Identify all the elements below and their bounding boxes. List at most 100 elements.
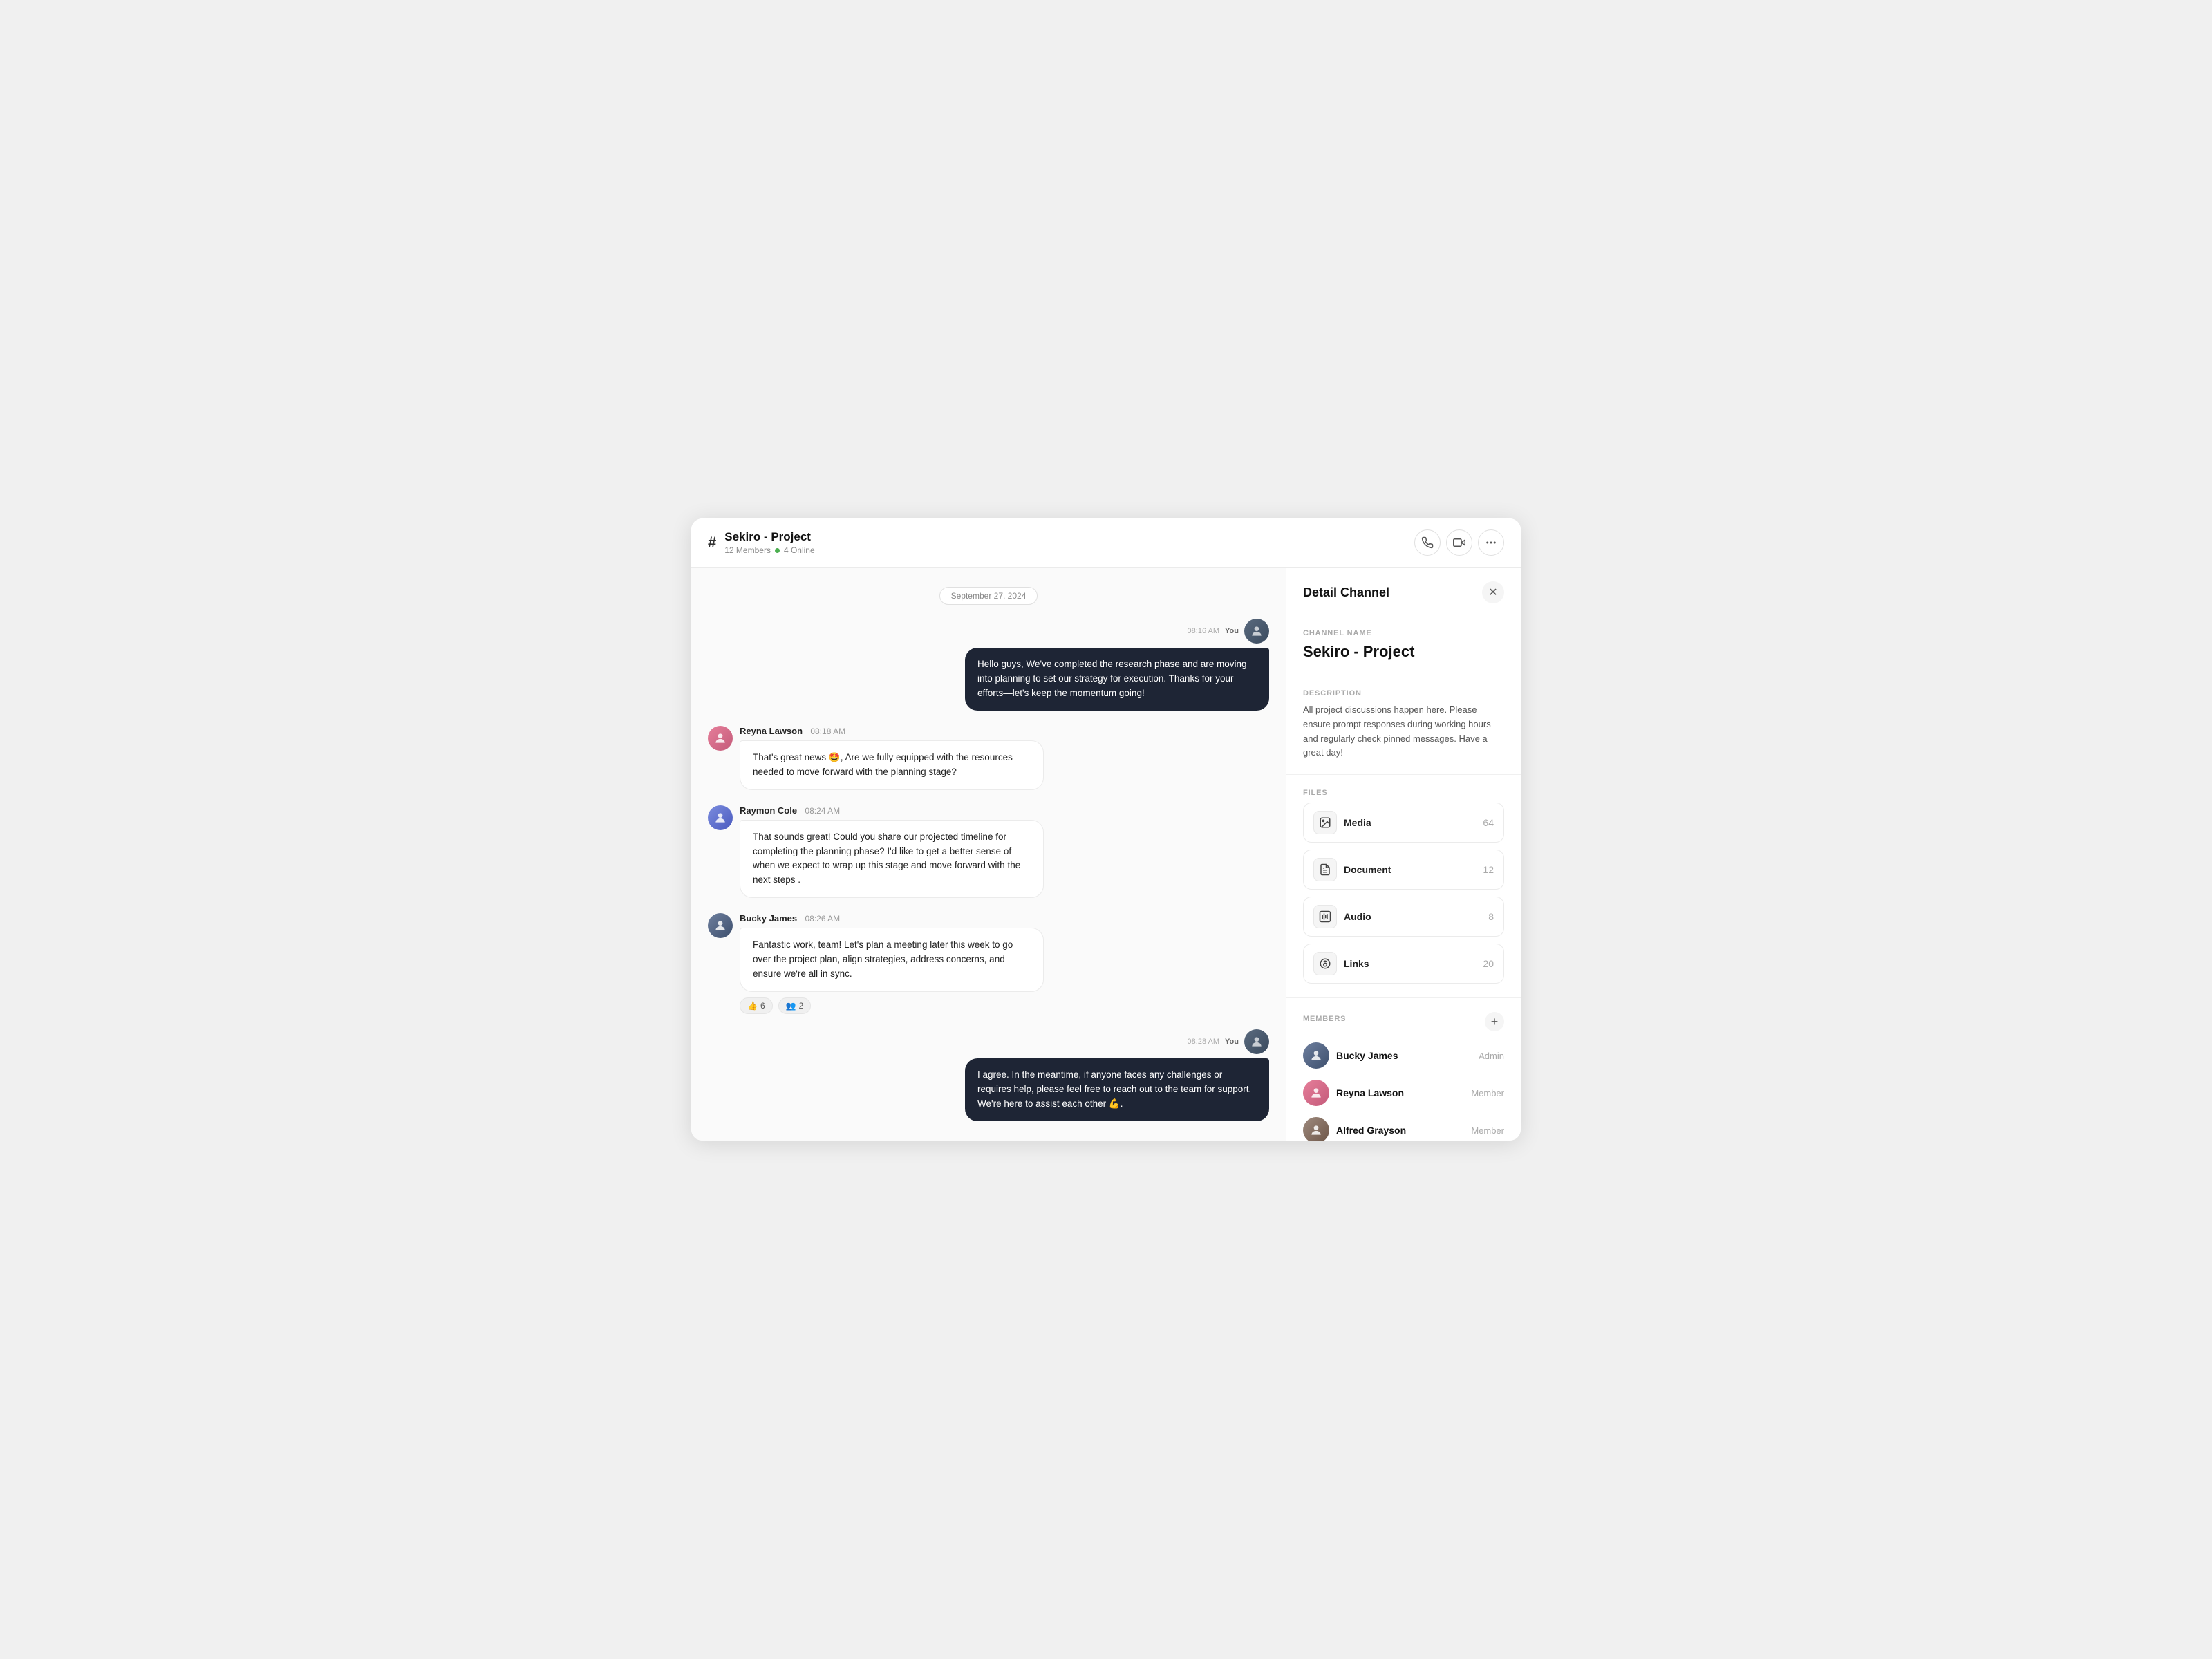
app-container: # Sekiro - Project 12 Members 4 Online xyxy=(691,518,1521,1141)
online-count: 4 Online xyxy=(784,545,815,555)
file-item-document[interactable]: Document 12 xyxy=(1303,850,1504,890)
bubble-reyna: That's great news 🤩, Are we fully equipp… xyxy=(740,740,1044,790)
close-detail-button[interactable]: ✕ xyxy=(1482,581,1504,603)
message-sent-2: 08:28 AM You I agree. In the meantime, i… xyxy=(708,1029,1269,1121)
avatar-member-reyna xyxy=(1303,1080,1329,1106)
description-section: DESCRIPTION All project discussions happ… xyxy=(1286,675,1521,775)
member-left-reyna: Reyna Lawson xyxy=(1303,1080,1404,1106)
time-raymon: 08:24 AM xyxy=(805,806,840,816)
time-bucky: 08:26 AM xyxy=(805,914,840,924)
detail-header: Detail Channel ✕ xyxy=(1286,568,1521,615)
messages-container[interactable]: September 27, 2024 08:16 AM You Hello gu… xyxy=(691,568,1286,1141)
message-received-reyna: Reyna Lawson 08:18 AM That's great news … xyxy=(708,726,1269,790)
file-item-media[interactable]: Media 64 xyxy=(1303,803,1504,843)
msg-meta-bucky: Bucky James 08:26 AM xyxy=(740,913,1044,924)
msg-content-reyna: Reyna Lawson 08:18 AM That's great news … xyxy=(740,726,1044,790)
members-count: 12 Members xyxy=(724,545,771,555)
audio-count: 8 xyxy=(1488,911,1494,922)
avatar-you-1 xyxy=(1244,619,1269,644)
bubble-raymon: That sounds great! Could you share our p… xyxy=(740,820,1044,899)
member-reyna: Reyna Lawson Member xyxy=(1303,1080,1504,1106)
avatar-bucky xyxy=(708,913,733,938)
avatar-you-2 xyxy=(1244,1029,1269,1054)
add-member-button[interactable]: + xyxy=(1485,1012,1504,1031)
detail-panel-title: Detail Channel xyxy=(1303,585,1389,600)
file-left-media: Media xyxy=(1313,811,1371,834)
file-item-audio[interactable]: Audio 8 xyxy=(1303,897,1504,937)
links-icon xyxy=(1313,952,1337,975)
call-button[interactable] xyxy=(1414,529,1441,556)
time-label-1: 08:16 AM xyxy=(1188,627,1219,635)
reaction-thumbs-up[interactable]: 👍 6 xyxy=(740,997,773,1014)
member-left-bucky: Bucky James xyxy=(1303,1042,1398,1069)
online-indicator xyxy=(775,548,780,553)
member-bucky: Bucky James Admin xyxy=(1303,1042,1504,1069)
links-name: Links xyxy=(1344,958,1369,969)
members-section: MEMBERS + Bucky James Admin xyxy=(1286,998,1521,1141)
file-left-links: Links xyxy=(1313,952,1369,975)
video-button[interactable] xyxy=(1446,529,1472,556)
description-text: All project discussions happen here. Ple… xyxy=(1303,703,1504,760)
member-role-bucky: Admin xyxy=(1479,1051,1504,1061)
chat-header: # Sekiro - Project 12 Members 4 Online xyxy=(691,518,1521,568)
more-button[interactable] xyxy=(1478,529,1504,556)
message-received-bucky: Bucky James 08:26 AM Fantastic work, tea… xyxy=(708,913,1269,1014)
audio-icon xyxy=(1313,905,1337,928)
media-name: Media xyxy=(1344,817,1371,828)
main-area: September 27, 2024 08:16 AM You Hello gu… xyxy=(691,568,1521,1141)
channel-name-label: CHANNEL NAME xyxy=(1303,629,1504,637)
member-left-alfred: Alfred Grayson xyxy=(1303,1117,1406,1141)
bubble-sent-1: Hello guys, We've completed the research… xyxy=(965,648,1269,711)
msg-content-raymon: Raymon Cole 08:24 AM That sounds great! … xyxy=(740,805,1044,899)
avatar-reyna xyxy=(708,726,733,751)
description-label: DESCRIPTION xyxy=(1303,689,1504,697)
you-label-1: You xyxy=(1225,627,1239,635)
avatar-raymon xyxy=(708,805,733,830)
file-left-document: Document xyxy=(1313,858,1391,881)
more-icon xyxy=(1485,536,1497,549)
channel-title: Sekiro - Project xyxy=(724,530,814,544)
member-role-reyna: Member xyxy=(1471,1088,1504,1098)
member-alfred: Alfred Grayson Member xyxy=(1303,1117,1504,1141)
channel-info: Sekiro - Project 12 Members 4 Online xyxy=(724,530,814,555)
member-name-reyna: Reyna Lawson xyxy=(1336,1087,1404,1098)
hash-icon: # xyxy=(708,534,716,552)
date-divider: September 27, 2024 xyxy=(708,590,1269,602)
bubble-bucky: Fantastic work, team! Let's plan a meeti… xyxy=(740,928,1044,992)
member-name-bucky: Bucky James xyxy=(1336,1050,1398,1061)
you-label-2: You xyxy=(1225,1038,1239,1046)
message-received-raymon: Raymon Cole 08:24 AM That sounds great! … xyxy=(708,805,1269,899)
avatar-member-bucky xyxy=(1303,1042,1329,1069)
reaction-group[interactable]: 👥 2 xyxy=(778,997,812,1014)
sender-bucky: Bucky James xyxy=(740,913,797,924)
document-name: Document xyxy=(1344,864,1391,875)
file-left-audio: Audio xyxy=(1313,905,1371,928)
time-label-2: 08:28 AM xyxy=(1188,1038,1219,1046)
files-section: FILES Media 64 xyxy=(1286,775,1521,998)
audio-name: Audio xyxy=(1344,911,1371,922)
links-count: 20 xyxy=(1483,958,1494,969)
media-icon xyxy=(1313,811,1337,834)
members-header: MEMBERS + xyxy=(1303,1012,1504,1031)
sent-meta-1: 08:16 AM You xyxy=(1188,619,1269,644)
reactions-bucky: 👍 6 👥 2 xyxy=(740,997,1044,1014)
msg-meta-raymon: Raymon Cole 08:24 AM xyxy=(740,805,1044,816)
message-sent-1: 08:16 AM You Hello guys, We've completed… xyxy=(708,619,1269,711)
sent-meta-2: 08:28 AM You xyxy=(1188,1029,1269,1054)
channel-name-detail: Sekiro - Project xyxy=(1303,643,1504,661)
file-item-links[interactable]: Links 20 xyxy=(1303,944,1504,984)
channel-name-section: CHANNEL NAME Sekiro - Project xyxy=(1286,615,1521,675)
files-label: FILES xyxy=(1303,789,1504,797)
sender-raymon: Raymon Cole xyxy=(740,805,797,816)
members-label: MEMBERS xyxy=(1303,1015,1346,1023)
media-count: 64 xyxy=(1483,817,1494,828)
document-icon xyxy=(1313,858,1337,881)
bubble-sent-2: I agree. In the meantime, if anyone face… xyxy=(965,1058,1269,1121)
channel-meta: 12 Members 4 Online xyxy=(724,545,814,555)
msg-content-bucky: Bucky James 08:26 AM Fantastic work, tea… xyxy=(740,913,1044,1014)
avatar-member-alfred xyxy=(1303,1117,1329,1141)
chat-area: September 27, 2024 08:16 AM You Hello gu… xyxy=(691,568,1286,1141)
member-role-alfred: Member xyxy=(1471,1125,1504,1136)
video-icon xyxy=(1453,536,1465,549)
header-left: # Sekiro - Project 12 Members 4 Online xyxy=(708,530,815,555)
